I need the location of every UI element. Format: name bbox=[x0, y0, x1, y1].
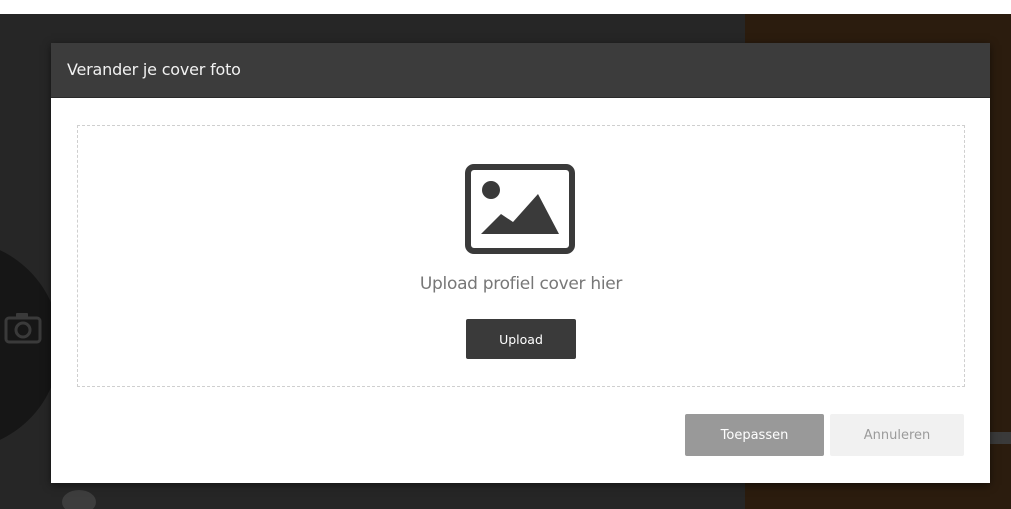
image-icon bbox=[465, 164, 575, 254]
cancel-button[interactable]: Annuleren bbox=[830, 414, 964, 456]
camera-icon bbox=[4, 308, 44, 348]
upload-hint-text: Upload profiel cover hier bbox=[419, 274, 623, 294]
apply-button[interactable]: Toepassen bbox=[685, 414, 824, 456]
dialog-title: Verander je cover foto bbox=[67, 60, 241, 79]
screen: Verander je cover foto Upload profiel co… bbox=[0, 0, 1011, 509]
upload-dropzone[interactable]: Upload profiel cover hier Upload bbox=[77, 125, 965, 387]
backdrop-avatar-dot bbox=[62, 490, 96, 509]
dialog-header: Verander je cover foto bbox=[51, 43, 990, 98]
upload-button[interactable]: Upload bbox=[466, 319, 576, 359]
cover-photo-dialog: Verander je cover foto Upload profiel co… bbox=[51, 43, 990, 483]
